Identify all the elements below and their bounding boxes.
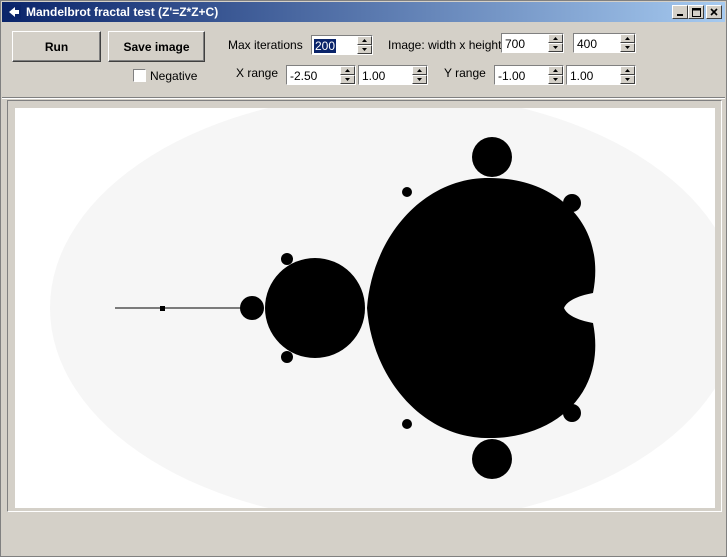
maximize-icon [691, 7, 701, 17]
x-min-spinner[interactable]: -2.50 [286, 65, 356, 85]
spin-down-arrow-icon[interactable] [620, 43, 635, 52]
height-value: 400 [577, 37, 598, 51]
y-min-spinner[interactable]: -1.00 [494, 65, 564, 85]
spin-up-arrow-icon[interactable] [412, 66, 427, 75]
spinner-arrows [548, 66, 563, 84]
max-iterations-value: 200 [314, 39, 337, 53]
spin-up-arrow-icon[interactable] [620, 34, 635, 43]
close-icon [710, 8, 718, 16]
minimize-button[interactable] [672, 5, 688, 19]
y-min-value: -1.00 [498, 69, 526, 83]
save-image-button[interactable]: Save image [108, 31, 205, 62]
spin-down-arrow-icon[interactable] [412, 75, 427, 84]
y-max-value: 1.00 [570, 69, 594, 83]
window-title: Mandelbrot fractal test (Z'=Z*Z+C) [26, 5, 219, 19]
x-max-spinner[interactable]: 1.00 [358, 65, 428, 85]
close-button[interactable] [706, 5, 722, 19]
toolbar-separator [2, 97, 725, 99]
spinner-arrows [357, 36, 372, 54]
spin-down-arrow-icon[interactable] [548, 75, 563, 84]
app-window: Mandelbrot fractal test (Z'=Z*Z+C) Run S… [0, 0, 727, 557]
max-iterations-spinner[interactable]: 200 [311, 35, 373, 55]
fractal-canvas [15, 108, 715, 508]
spin-up-arrow-icon[interactable] [620, 66, 635, 75]
maximize-button[interactable] [688, 5, 704, 19]
x-max-value: 1.00 [362, 69, 386, 83]
negative-checkbox[interactable] [133, 69, 146, 82]
height-spinner[interactable]: 400 [573, 33, 636, 53]
title-bar[interactable]: Mandelbrot fractal test (Z'=Z*Z+C) [2, 2, 725, 22]
spin-up-arrow-icon[interactable] [357, 36, 372, 45]
spin-up-arrow-icon[interactable] [548, 66, 563, 75]
max-iterations-label: Max iterations [228, 38, 303, 52]
minimize-icon [676, 8, 684, 16]
spin-down-arrow-icon[interactable] [357, 45, 372, 54]
y-range-label: Y range [444, 66, 486, 80]
image-size-label: Image: width x height [388, 38, 502, 52]
spin-down-arrow-icon[interactable] [620, 75, 635, 84]
spinner-arrows [412, 66, 427, 84]
spin-down-arrow-icon[interactable] [548, 43, 563, 52]
negative-label: Negative [150, 69, 198, 83]
fractal-app-icon[interactable] [6, 4, 22, 20]
run-button[interactable]: Run [12, 31, 101, 62]
y-max-spinner[interactable]: 1.00 [566, 65, 636, 85]
mandelbrot-image [50, 108, 715, 508]
spinner-arrows [340, 66, 355, 84]
spinner-arrows [548, 34, 563, 52]
width-spinner[interactable]: 700 [501, 33, 564, 53]
x-range-label: X range [236, 66, 279, 80]
width-value: 700 [505, 37, 526, 51]
spin-up-arrow-icon[interactable] [548, 34, 563, 43]
spinner-arrows [620, 34, 635, 52]
spin-down-arrow-icon[interactable] [340, 75, 355, 84]
spin-up-arrow-icon[interactable] [340, 66, 355, 75]
x-min-value: -2.50 [290, 69, 318, 83]
spinner-arrows [620, 66, 635, 84]
